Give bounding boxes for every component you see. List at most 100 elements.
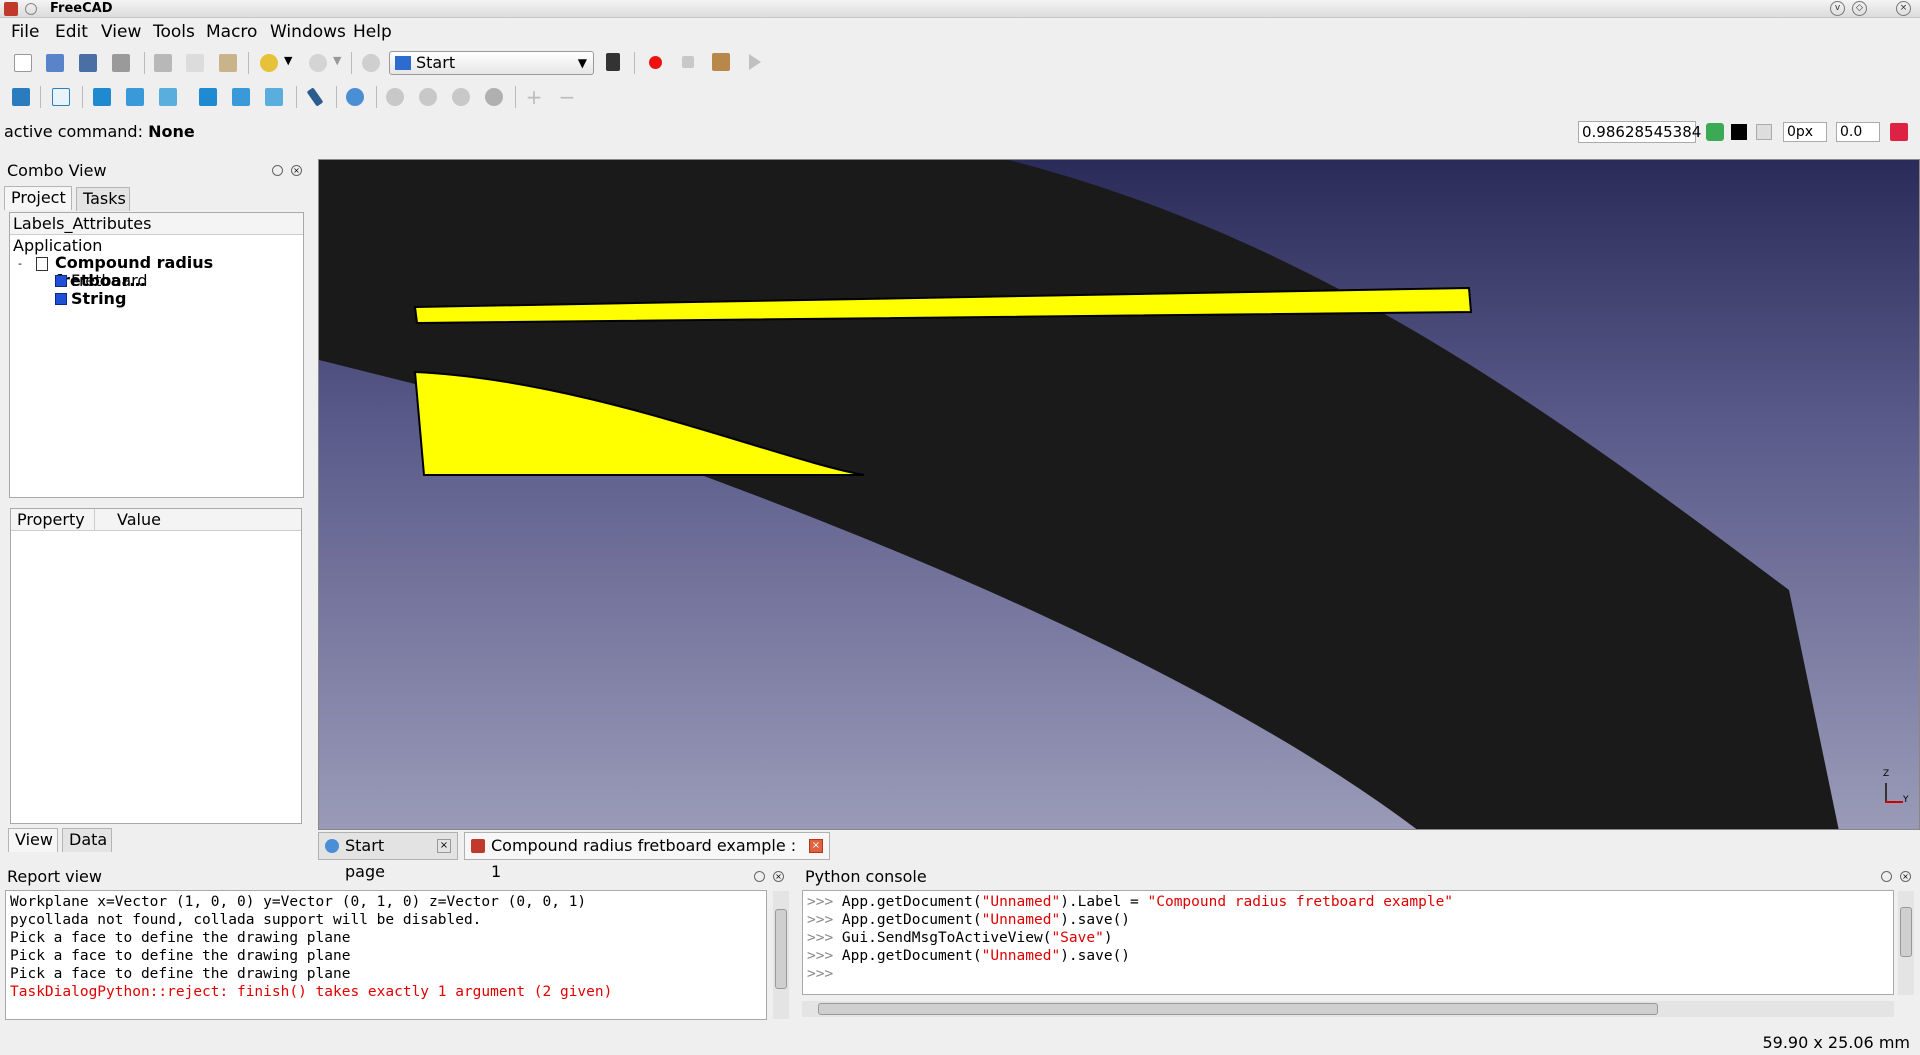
- font-size-spinbox[interactable]: 0.0: [1836, 122, 1880, 142]
- stop-macro-button[interactable]: [675, 49, 701, 75]
- scale-input[interactable]: 0.98628545384: [1578, 121, 1701, 143]
- open-button[interactable]: [42, 50, 68, 76]
- toolbar-separator: [634, 52, 635, 74]
- console-output[interactable]: >>> App.getDocument("Unnamed").Label = "…: [802, 890, 1894, 995]
- pin-icon[interactable]: [25, 3, 37, 15]
- float-icon[interactable]: [1881, 871, 1892, 882]
- console-line: >>> App.getDocument("Unnamed").Label = "…: [807, 894, 1454, 910]
- view-axonometric-button[interactable]: [48, 84, 74, 110]
- scrollbar-thumb[interactable]: [818, 1003, 1658, 1015]
- close-icon[interactable]: ×: [1900, 871, 1911, 882]
- report-line: Pick a face to define the drawing plane: [10, 948, 351, 964]
- close-icon[interactable]: ×: [773, 871, 784, 882]
- menu-file[interactable]: File: [11, 19, 39, 46]
- undo-button[interactable]: [256, 50, 282, 76]
- save-button[interactable]: [75, 50, 101, 76]
- view-bottom-button[interactable]: [228, 84, 254, 110]
- maximize-icon[interactable]: ◇: [1852, 1, 1867, 16]
- menu-windows[interactable]: Windows: [270, 19, 346, 46]
- fit-all-button[interactable]: [8, 84, 34, 110]
- close-icon[interactable]: ×: [291, 165, 302, 176]
- report-error-line: TaskDialogPython::reject: finish() takes…: [10, 984, 613, 1000]
- workbench-selector[interactable]: Start ▼: [389, 51, 594, 75]
- close-icon[interactable]: ×: [809, 839, 823, 853]
- collapse-icon[interactable]: -: [18, 257, 22, 270]
- float-icon[interactable]: [272, 165, 283, 176]
- workbench-label: Start: [416, 53, 456, 72]
- refresh-button[interactable]: [358, 50, 384, 76]
- part-icon: [55, 293, 67, 305]
- tree-item-fretboard[interactable]: Fretboard: [71, 272, 148, 290]
- web-forward-button[interactable]: [415, 84, 441, 110]
- zoom-in-button[interactable]: +: [521, 84, 547, 110]
- web-back-button[interactable]: [382, 84, 408, 110]
- record-macro-button[interactable]: [642, 49, 668, 75]
- active-command-label: active command:: [4, 122, 143, 141]
- tab-start-page[interactable]: Start page ×: [318, 832, 458, 881]
- console-hscrollbar[interactable]: [802, 1001, 1894, 1017]
- front-view-icon: [93, 88, 111, 106]
- redo-dropdown-icon[interactable]: ▼: [333, 54, 341, 67]
- tree-document[interactable]: Compound radius fretboar…: [55, 254, 303, 290]
- tree-item-string[interactable]: String: [71, 290, 126, 308]
- axis-z-line: [1885, 783, 1887, 803]
- menu-edit[interactable]: Edit: [55, 19, 88, 46]
- property-view[interactable]: Property Value: [10, 508, 302, 824]
- 3d-viewport[interactable]: Z Y: [318, 159, 1920, 830]
- console-prompt[interactable]: >>>: [807, 965, 842, 983]
- zoom-out-button[interactable]: −: [554, 84, 580, 110]
- view-top-button[interactable]: [122, 84, 148, 110]
- globe-icon: [325, 839, 339, 853]
- minimize-icon[interactable]: v: [1830, 1, 1845, 16]
- menu-tools[interactable]: Tools: [153, 19, 195, 46]
- save-icon: [79, 54, 97, 72]
- report-output[interactable]: Workplane x=Vector (1, 0, 0) y=Vector (0…: [5, 890, 767, 1020]
- menu-view[interactable]: View: [101, 19, 141, 46]
- measure-distance-button[interactable]: [302, 84, 328, 110]
- view-right-button[interactable]: [155, 84, 181, 110]
- console-vscrollbar[interactable]: [1898, 891, 1914, 995]
- menu-help[interactable]: Help: [353, 19, 392, 46]
- tree-view[interactable]: Labels_Attributes Application - Compound…: [9, 212, 304, 498]
- line-width-spinbox[interactable]: 0px: [1783, 122, 1827, 142]
- view-front-button[interactable]: [89, 84, 115, 110]
- toolbar-separator: [515, 86, 516, 108]
- line-color-swatch[interactable]: [1731, 124, 1747, 140]
- undo-dropdown-icon[interactable]: ▼: [284, 54, 292, 67]
- print-button[interactable]: [108, 50, 134, 76]
- face-color-swatch[interactable]: [1756, 124, 1772, 140]
- view-rear-button[interactable]: [195, 84, 221, 110]
- tab-view[interactable]: View: [8, 828, 58, 852]
- toolbar-separator: [376, 86, 377, 108]
- web-refresh-button[interactable]: [448, 84, 474, 110]
- toolbar-separator: [296, 86, 297, 108]
- macro-edit-icon: [712, 53, 730, 71]
- report-scrollbar[interactable]: [773, 891, 789, 1019]
- scrollbar-thumb[interactable]: [1900, 907, 1912, 957]
- float-icon[interactable]: [754, 871, 765, 882]
- close-icon[interactable]: ×: [437, 839, 451, 853]
- web-stop-button[interactable]: [481, 84, 507, 110]
- tab-tasks[interactable]: Tasks: [76, 187, 130, 211]
- minus-icon: −: [558, 85, 576, 109]
- paste-button[interactable]: [215, 50, 241, 76]
- view-left-button[interactable]: [261, 84, 287, 110]
- tab-data[interactable]: Data: [62, 828, 112, 852]
- copy-button[interactable]: [182, 50, 208, 76]
- menu-macro[interactable]: Macro: [206, 19, 257, 46]
- close-window-icon[interactable]: ×: [1896, 1, 1911, 16]
- edit-macro-button[interactable]: [708, 49, 734, 75]
- scrollbar-thumb[interactable]: [775, 909, 787, 989]
- freecad-doc-icon: [471, 839, 485, 853]
- fretboard-shape[interactable]: [319, 160, 1839, 830]
- run-macro-button[interactable]: [742, 49, 768, 75]
- new-document-button[interactable]: [10, 50, 36, 76]
- tab-project[interactable]: Project: [4, 186, 72, 210]
- cut-button[interactable]: [150, 50, 176, 76]
- link-icon[interactable]: [1706, 123, 1724, 141]
- tab-document-view[interactable]: Compound radius fretboard example : 1 ×: [464, 832, 830, 881]
- whats-this-button[interactable]: [600, 49, 626, 75]
- apply-style-icon[interactable]: [1890, 123, 1908, 141]
- redo-button[interactable]: [305, 50, 331, 76]
- web-home-button[interactable]: [342, 84, 368, 110]
